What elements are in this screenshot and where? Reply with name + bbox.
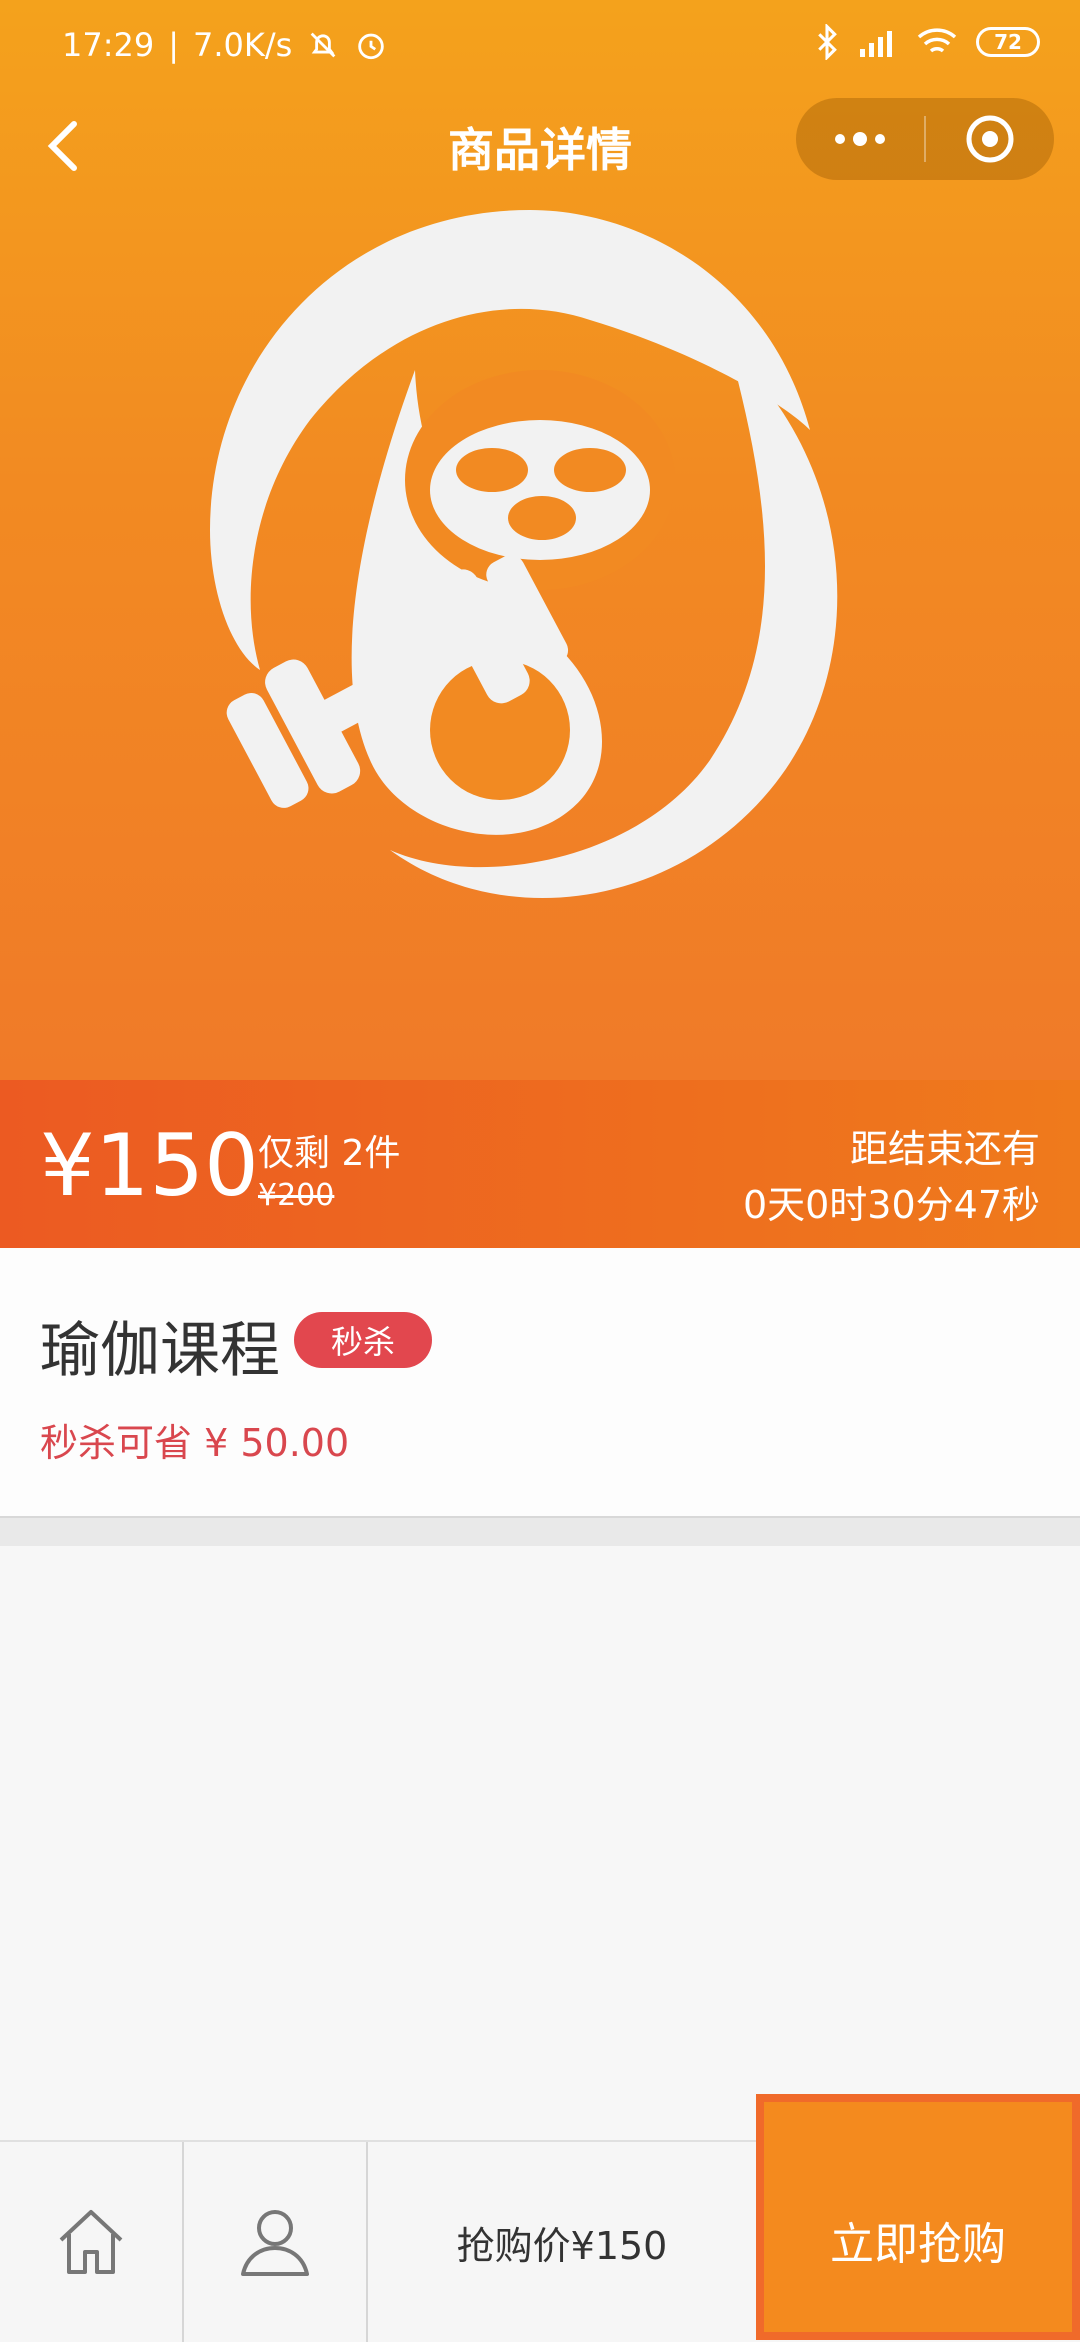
product-image [170,170,910,910]
savings-text: 秒杀可省 ¥ 50.00 [40,1421,350,1465]
alarm-icon [358,33,385,60]
status-bar: 17:29 | 7.0K/s 72 [0,0,1080,96]
product-hero: 17:29 | 7.0K/s 72 商品详情 [0,0,1080,1080]
user-icon [241,2210,309,2276]
status-separator: | [168,26,179,64]
flash-sale-badge: 秒杀 [294,1312,432,1368]
sale-price: ¥150 [40,1116,259,1216]
status-time: 17:29 [62,26,155,64]
bluetooth-icon [818,24,837,60]
flash-sale-price-label: 抢购价¥150 [456,2223,668,2268]
close-mini-program-button[interactable] [926,98,1054,180]
product-name: 瑜伽课程 [40,1316,280,1386]
mini-program-capsule [796,98,1054,180]
home-icon [59,2210,123,2274]
product-detail-area [0,1546,1080,2140]
target-circle-icon [966,115,1014,163]
buy-now-button[interactable]: 立即抢购 [756,2094,1080,2340]
sloth-fitness-logo [210,210,838,898]
status-right: 72 [814,24,1040,60]
back-button[interactable] [30,110,100,180]
section-divider [0,1518,1080,1546]
battery-indicator: 72 [976,27,1040,57]
price-bar: ¥150 仅剩 2件 ¥200 距结束还有 0天0时30分47秒 [0,1080,1080,1248]
more-menu-button[interactable] [796,98,924,180]
product-info: 瑜伽课程 秒杀 秒杀可省 ¥ 50.00 [0,1248,1080,1518]
status-net-speed: 7.0K/s [193,26,293,64]
signal-icon [860,31,892,57]
more-dots-icon [835,132,885,146]
countdown-timer: 0天0时30分47秒 [742,1183,1040,1227]
mute-bell-icon [310,32,336,58]
original-price: ¥200 [258,1178,335,1213]
home-button[interactable] [0,2142,184,2342]
chevron-left-icon [47,121,77,171]
wifi-icon [917,28,957,53]
countdown-label: 距结束还有 [849,1127,1040,1171]
status-left: 17:29 | 7.0K/s [62,26,388,64]
stock-remaining: 仅剩 2件 [258,1133,401,1174]
profile-button[interactable] [184,2142,368,2342]
